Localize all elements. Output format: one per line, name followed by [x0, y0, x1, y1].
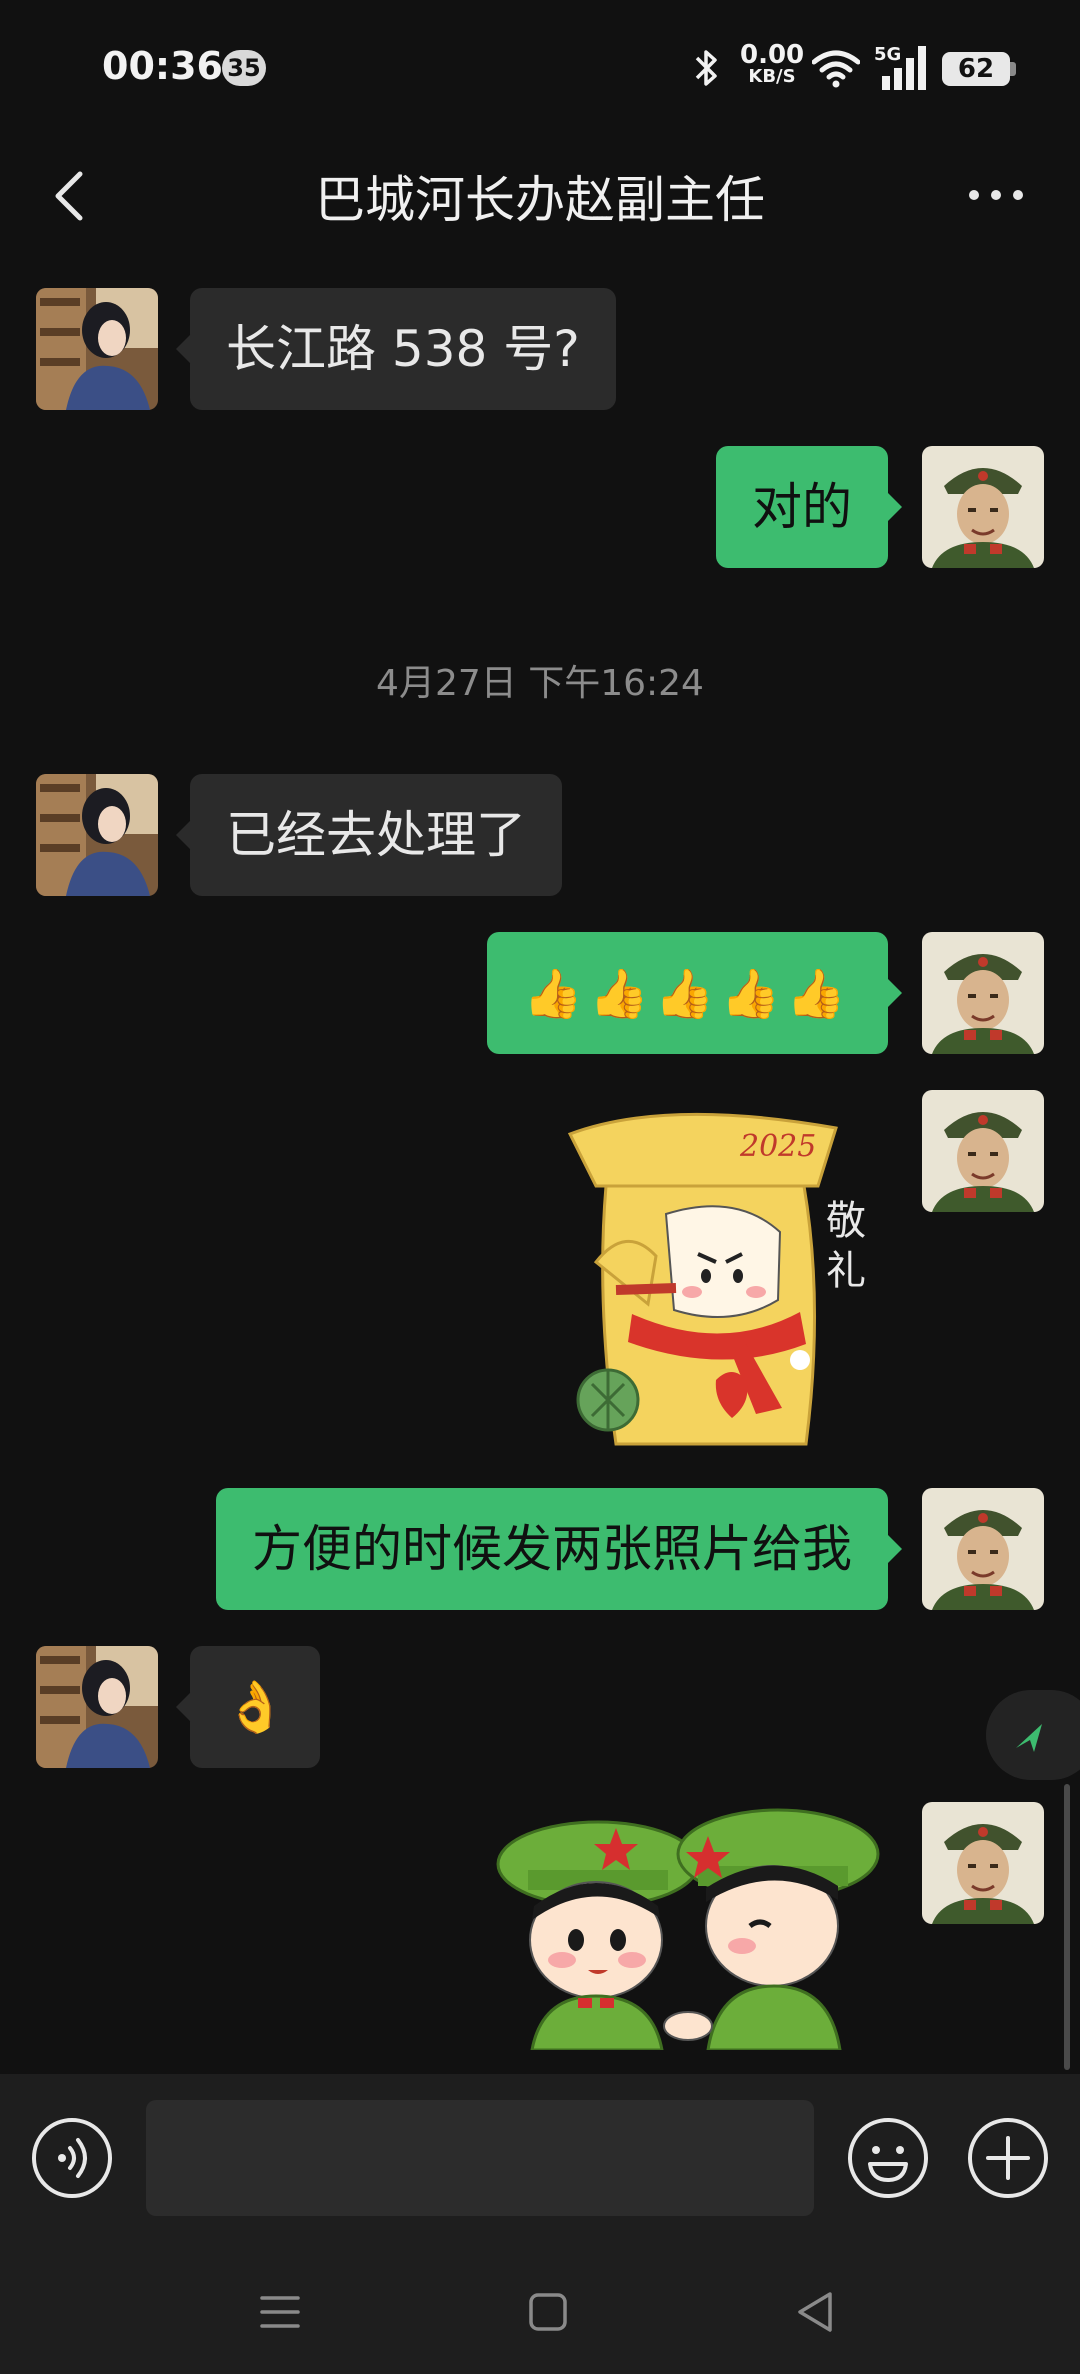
message-bubble-incoming[interactable]: 已经去处理了 [176, 774, 562, 896]
cell-signal-icon [882, 46, 926, 90]
battery-icon [1010, 62, 1016, 76]
network-speed: 0.00 KB/S [740, 42, 804, 86]
emoji-icon[interactable] [846, 2116, 930, 2200]
system-navigation-bar [0, 2242, 1080, 2374]
wifi-icon [812, 50, 860, 88]
contact-avatar[interactable] [36, 1646, 158, 1768]
message-bubble-outgoing[interactable]: 👍👍👍👍👍 [487, 932, 902, 1054]
chat-header: 巴城河长办赵副主任 [0, 130, 1080, 260]
input-bar [0, 2074, 1080, 2242]
chat-screen: 00:36 35 0.00 KB/S 5G 62 巴城河长办赵副主任 长江路 5… [0, 0, 1080, 2374]
status-time: 00:36 [102, 44, 223, 88]
scrollbar[interactable] [1064, 1784, 1070, 2070]
back-triangle-icon[interactable] [786, 2282, 846, 2342]
my-avatar[interactable] [922, 1802, 1044, 1924]
message-bubble-outgoing[interactable]: 方便的时候发两张照片给我 [216, 1488, 902, 1610]
plus-icon[interactable] [966, 2116, 1050, 2200]
network-speed-unit: KB/S [748, 66, 796, 87]
back-icon[interactable] [36, 160, 106, 230]
voice-icon[interactable] [30, 2116, 114, 2200]
navigation-arrow-icon[interactable] [986, 1690, 1080, 1780]
thumbs-up-emojis: 👍👍👍👍👍 [523, 966, 852, 1022]
salute-sticker[interactable]: 2025 敬 礼 [556, 1104, 886, 1454]
sticker-text-li: 礼 [826, 1248, 866, 1294]
my-avatar[interactable] [922, 932, 1044, 1054]
menu-icon[interactable] [250, 2282, 310, 2342]
sticker-text-jing: 敬 [826, 1198, 866, 1244]
message-input[interactable] [146, 2100, 814, 2216]
more-icon[interactable] [956, 160, 1036, 230]
message-bubble-incoming[interactable]: 👌 [175, 1646, 321, 1768]
message-bubble-incoming[interactable]: 长江路 538 号? [176, 288, 616, 410]
my-avatar[interactable] [922, 1090, 1044, 1212]
contact-avatar[interactable] [36, 288, 158, 410]
bluetooth-icon [695, 50, 717, 86]
network-speed-value: 0.00 [740, 40, 805, 70]
soldiers-handshake-sticker[interactable] [492, 1800, 892, 2052]
svg-text:2025: 2025 [739, 1129, 816, 1164]
chat-title: 巴城河长办赵副主任 [315, 171, 765, 229]
home-icon[interactable] [518, 2282, 578, 2342]
my-avatar[interactable] [922, 1488, 1044, 1610]
my-avatar[interactable] [922, 446, 1044, 568]
status-bar: 00:36 35 0.00 KB/S 5G 62 [0, 0, 1080, 130]
timestamp-divider: 4月27日 下午16:24 [376, 663, 704, 704]
battery-level: 62 [942, 52, 1010, 86]
contact-avatar[interactable] [36, 774, 158, 896]
message-bubble-outgoing[interactable]: 对的 [716, 446, 902, 568]
notification-count-badge: 35 [222, 50, 266, 86]
